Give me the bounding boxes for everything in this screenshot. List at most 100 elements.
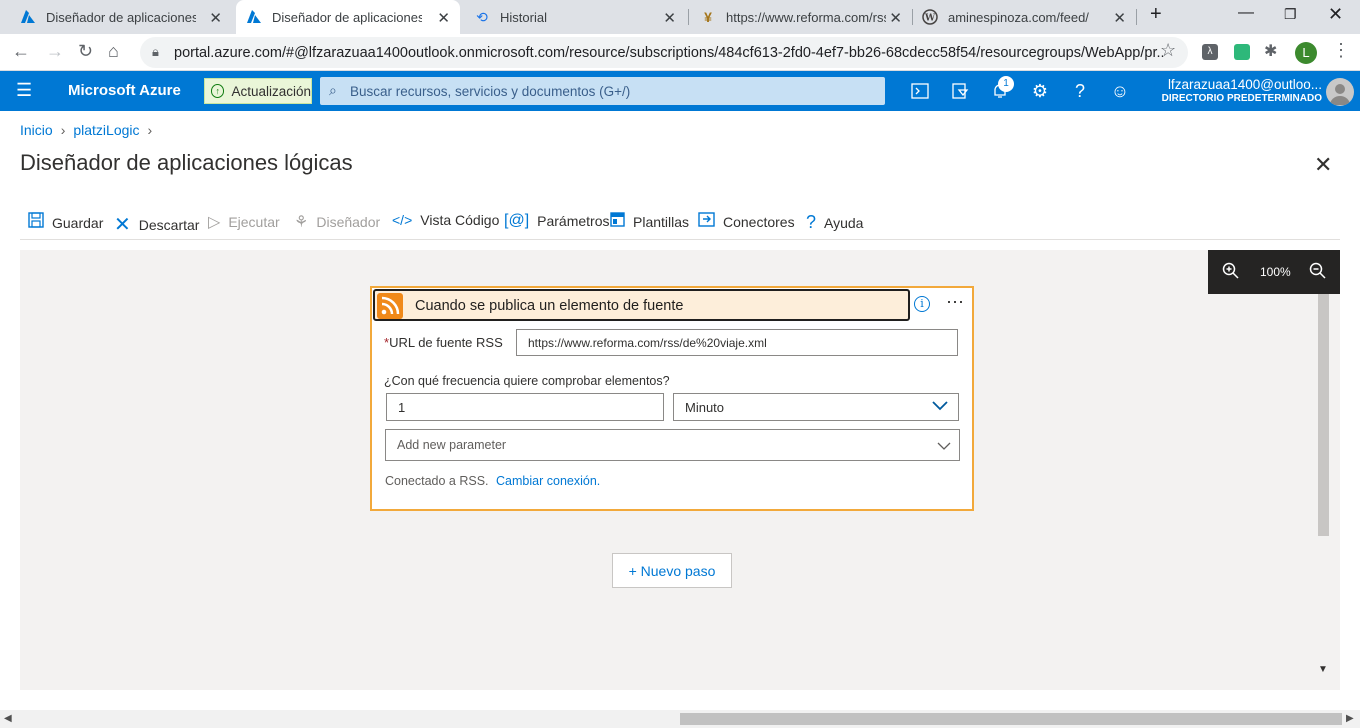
interval-input[interactable]: 1 (386, 393, 664, 421)
scrollbar-thumb[interactable] (680, 713, 1342, 725)
profile-avatar[interactable]: L (1295, 42, 1317, 64)
new-tab-icon[interactable]: + (1150, 3, 1162, 26)
zoom-out-icon[interactable] (1309, 262, 1327, 285)
chevron-down-icon (937, 440, 951, 454)
close-tab-icon[interactable]: ✕ (889, 9, 902, 27)
reforma-icon: ¥ (704, 9, 712, 25)
frequency-select[interactable]: Minuto (673, 393, 959, 421)
global-search-input[interactable]: ⌕ Buscar recursos, servicios y documento… (320, 77, 885, 105)
window-close-icon[interactable]: ✕ (1328, 4, 1343, 25)
discard-button[interactable]: ✕ Descartar (114, 212, 199, 237)
close-tab-icon[interactable]: ✕ (663, 9, 676, 27)
browser-menu-icon[interactable]: ⋮ (1332, 40, 1350, 61)
history-icon: ⟲ (476, 8, 488, 25)
restore-icon[interactable]: ❐ (1284, 6, 1297, 23)
chevron-down-icon (932, 400, 948, 415)
canvas-scrollbar[interactable] (1318, 294, 1329, 536)
extension-icon[interactable]: λ (1202, 44, 1218, 60)
add-parameter-placeholder: Add new parameter (397, 438, 507, 452)
scroll-right-arrow-icon[interactable]: ▶ (1346, 713, 1354, 724)
upgrade-arrow-icon: ↑ (211, 84, 225, 98)
directory-filter-icon[interactable] (950, 81, 970, 101)
url-text: portal.azure.com/#@lfzarazuaa1400outlook… (174, 45, 1164, 61)
address-bar[interactable]: 🔒︎ portal.azure.com/#@lfzarazuaa1400outl… (140, 37, 1188, 68)
azure-header: ☰ Microsoft Azure ↑ Actualización ⌕ Busc… (0, 71, 1360, 111)
cloud-shell-icon[interactable] (910, 81, 930, 101)
tab-title: Historial (500, 9, 547, 25)
code-view-label: Vista Código (420, 212, 500, 228)
browser-tab-5[interactable]: W aminespinoza.com/feed/ ✕ (922, 0, 1136, 34)
rss-url-label: *URL de fuente RSS (384, 335, 503, 350)
scroll-down-arrow-icon[interactable]: ▼ (1318, 664, 1328, 675)
feedback-smiley-icon[interactable]: ☺︎ (1110, 81, 1130, 101)
help-icon: ? (806, 212, 817, 232)
help-button[interactable]: ? Ayuda (806, 212, 863, 233)
extensions-puzzle-icon[interactable]: ✱ (1264, 41, 1277, 61)
tab-title: https://www.reforma.com/rss/ (726, 9, 886, 25)
save-button[interactable]: Guardar (28, 212, 103, 233)
connectors-button[interactable]: Conectores (698, 212, 795, 232)
browser-tab-4[interactable]: ¥ https://www.reforma.com/rss/ ✕ (700, 0, 912, 34)
run-label: Ejecutar (228, 214, 280, 230)
designer-button[interactable]: ⚘ Diseñador (294, 212, 380, 232)
designer-label: Diseñador (316, 214, 381, 230)
account-info[interactable]: lfzarazuaa1400@outloo... DIRECTORIO PRED… (1162, 77, 1322, 104)
bookmark-star-icon[interactable]: ☆ (1160, 40, 1176, 61)
parameters-label: Parámetros (537, 213, 610, 229)
extension-icon[interactable] (1234, 44, 1250, 60)
forward-icon[interactable]: → (46, 41, 64, 62)
settings-gear-icon[interactable]: ⚙︎ (1030, 81, 1050, 101)
azure-brand[interactable]: Microsoft Azure (68, 82, 181, 99)
browser-tab-3[interactable]: ⟲ Historial ✕ (474, 0, 686, 34)
tab-title: Diseñador de aplicaciones lógi (46, 9, 196, 25)
zoom-control: 100% (1208, 250, 1340, 294)
back-icon[interactable]: ← (12, 41, 30, 62)
discard-label: Descartar (138, 216, 200, 233)
close-tab-icon[interactable]: ✕ (437, 9, 450, 27)
account-directory: DIRECTORIO PREDETERMINADO (1161, 93, 1322, 104)
trigger-header[interactable]: Cuando se publica un elemento de fuente (373, 289, 910, 321)
scroll-left-arrow-icon[interactable]: ◀ (4, 713, 12, 724)
minimize-icon[interactable]: — (1238, 4, 1254, 22)
hamburger-menu-icon[interactable]: ☰ (16, 80, 32, 101)
upgrade-label: Actualización (231, 83, 311, 99)
zoom-level: 100% (1260, 265, 1291, 279)
more-options-icon[interactable]: ⋯ (946, 292, 965, 313)
browser-tab-2-active[interactable]: Diseñador de aplicaciones lógi ✕ (236, 0, 460, 34)
code-view-button[interactable]: </> Vista Código (392, 212, 499, 228)
breadcrumb: Inicio › platziLogic › (20, 122, 152, 138)
account-email: lfzarazuaa1400@outloo... (1167, 77, 1322, 92)
change-connection-link[interactable]: Cambiar conexión. (496, 474, 600, 488)
run-button[interactable]: ▷ Ejecutar (208, 212, 280, 232)
help-label: Ayuda (824, 214, 864, 231)
reload-icon[interactable]: ↻ (78, 41, 93, 62)
templates-label: Plantillas (633, 214, 690, 230)
connectors-label: Conectores (723, 214, 795, 230)
close-tab-icon[interactable]: ✕ (1113, 9, 1126, 27)
breadcrumb-home-link[interactable]: Inicio (20, 122, 53, 138)
info-icon[interactable]: i (914, 296, 930, 312)
close-blade-icon[interactable]: ✕ (1314, 152, 1332, 178)
page-title: Diseñador de aplicaciones lógicas (20, 150, 353, 175)
templates-button[interactable]: Plantillas (610, 212, 689, 232)
rss-icon (377, 293, 403, 319)
close-tab-icon[interactable]: ✕ (209, 9, 222, 27)
rss-url-input[interactable]: https://www.reforma.com/rss/de%20viaje.x… (516, 329, 958, 356)
lock-icon: 🔒︎ (152, 44, 159, 59)
wordpress-icon: W (922, 9, 938, 25)
user-avatar[interactable] (1326, 78, 1354, 106)
home-icon[interactable]: ⌂ (108, 41, 119, 62)
upgrade-button[interactable]: ↑ Actualización (204, 78, 312, 104)
zoom-in-icon[interactable] (1222, 262, 1240, 285)
parameters-button[interactable]: [@] Parámetros (504, 212, 610, 230)
azure-icon (20, 9, 36, 25)
command-bar: Guardar ✕ Descartar ▷ Ejecutar ⚘ Diseñad… (20, 208, 1340, 240)
chevron-right-icon: › (60, 122, 66, 138)
breadcrumb-resource-link[interactable]: platziLogic (73, 122, 139, 138)
add-parameter-dropdown[interactable]: Add new parameter (385, 429, 960, 461)
browser-tab-1[interactable]: Diseñador de aplicaciones lógi ✕ (20, 0, 232, 34)
templates-icon (610, 212, 625, 232)
new-step-button[interactable]: + Nuevo paso (612, 553, 732, 588)
help-question-icon[interactable]: ? (1070, 81, 1090, 101)
page-horizontal-scrollbar[interactable]: ◀ ▶ (0, 710, 1360, 728)
